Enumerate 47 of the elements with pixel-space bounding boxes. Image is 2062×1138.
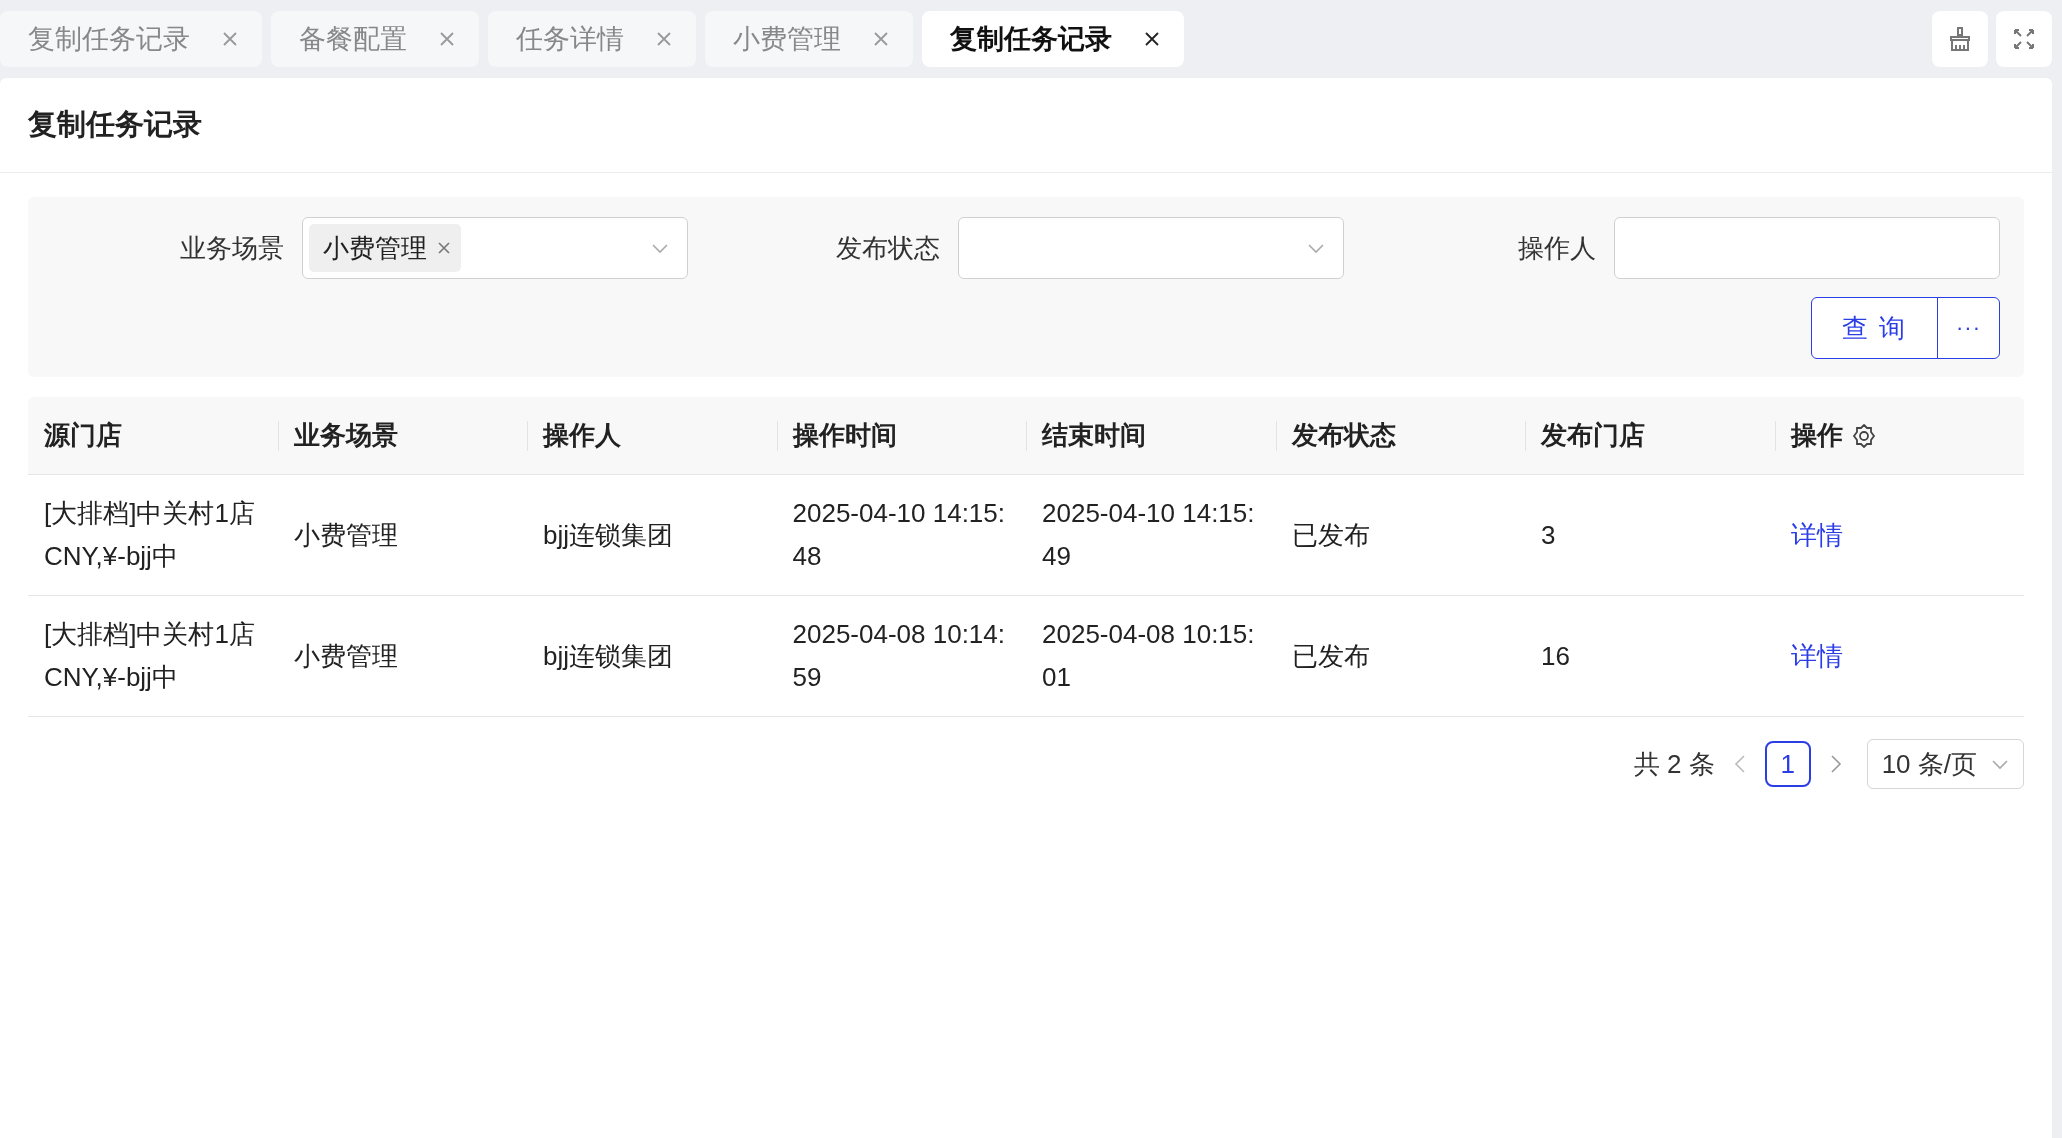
table-cell: 已发布 — [1291, 519, 1370, 550]
field-label: 业务场景 — [180, 231, 284, 265]
table-cell: 已发布 — [1291, 640, 1370, 671]
chevron-right-icon[interactable] — [1828, 753, 1843, 775]
tab[interactable]: 复制任务记录 — [922, 11, 1184, 67]
expand-icon — [2012, 27, 2036, 51]
table-cell: 2025-04-10 14:15:48 — [792, 498, 1005, 571]
page-button[interactable]: 1 — [1764, 741, 1811, 787]
table-cell: 3 — [1541, 519, 1556, 550]
chevron-left-icon[interactable] — [1732, 753, 1747, 775]
table-cell: 小费管理 — [293, 640, 398, 671]
total-count: 共 2 条 — [1633, 747, 1715, 781]
column-header: 操作时间 — [792, 420, 897, 450]
details-link[interactable]: 详情 — [1790, 640, 1843, 671]
table-cell: 2025-04-08 10:15:01 — [1042, 619, 1255, 692]
column-header: 操作 — [1790, 419, 1843, 452]
column-header: 发布状态 — [1291, 420, 1396, 450]
table-cell: 2025-04-08 10:14:59 — [792, 619, 1005, 692]
select-field[interactable]: 小费管理 — [302, 217, 688, 279]
table-cell: 2025-04-10 14:15:49 — [1042, 498, 1255, 571]
select-field[interactable] — [958, 217, 1344, 279]
more-button[interactable]: ··· — [1937, 297, 2000, 359]
page-size-select[interactable]: 10 条/页 — [1866, 739, 2024, 789]
field-label: 操作人 — [1518, 231, 1596, 265]
table-cell: 16 — [1541, 640, 1570, 671]
broom-icon — [1947, 26, 1973, 52]
column-header: 源门店 — [44, 420, 122, 450]
clear-button[interactable] — [1932, 11, 1988, 67]
column-header: 发布门店 — [1541, 420, 1645, 450]
selected-tag: 小费管理 — [309, 224, 461, 272]
remove-icon[interactable] — [437, 241, 451, 255]
table-cell: bjj连锁集团 — [543, 640, 673, 671]
column-header: 业务场景 — [293, 420, 398, 450]
column-header: 操作人 — [543, 420, 621, 450]
input-field[interactable] — [1614, 217, 2000, 279]
field-label: 发布状态 — [836, 231, 940, 265]
table-cell: 小费管理 — [293, 519, 398, 550]
table-cell: bjj连锁集团 — [543, 519, 673, 550]
fullscreen-button[interactable] — [1996, 11, 2052, 67]
close-icon[interactable] — [1144, 31, 1160, 47]
page-title: 复制任务记录 — [28, 107, 202, 142]
query-button[interactable]: 查 询 — [1810, 297, 1939, 359]
table-cell: [大排档]中关村1店CNY,¥-bjj中 — [44, 619, 255, 692]
table-cell: [大排档]中关村1店CNY,¥-bjj中 — [44, 498, 255, 571]
settings-icon[interactable] — [1850, 422, 1877, 449]
column-header: 结束时间 — [1042, 420, 1146, 450]
details-link[interactable]: 详情 — [1790, 519, 1843, 550]
